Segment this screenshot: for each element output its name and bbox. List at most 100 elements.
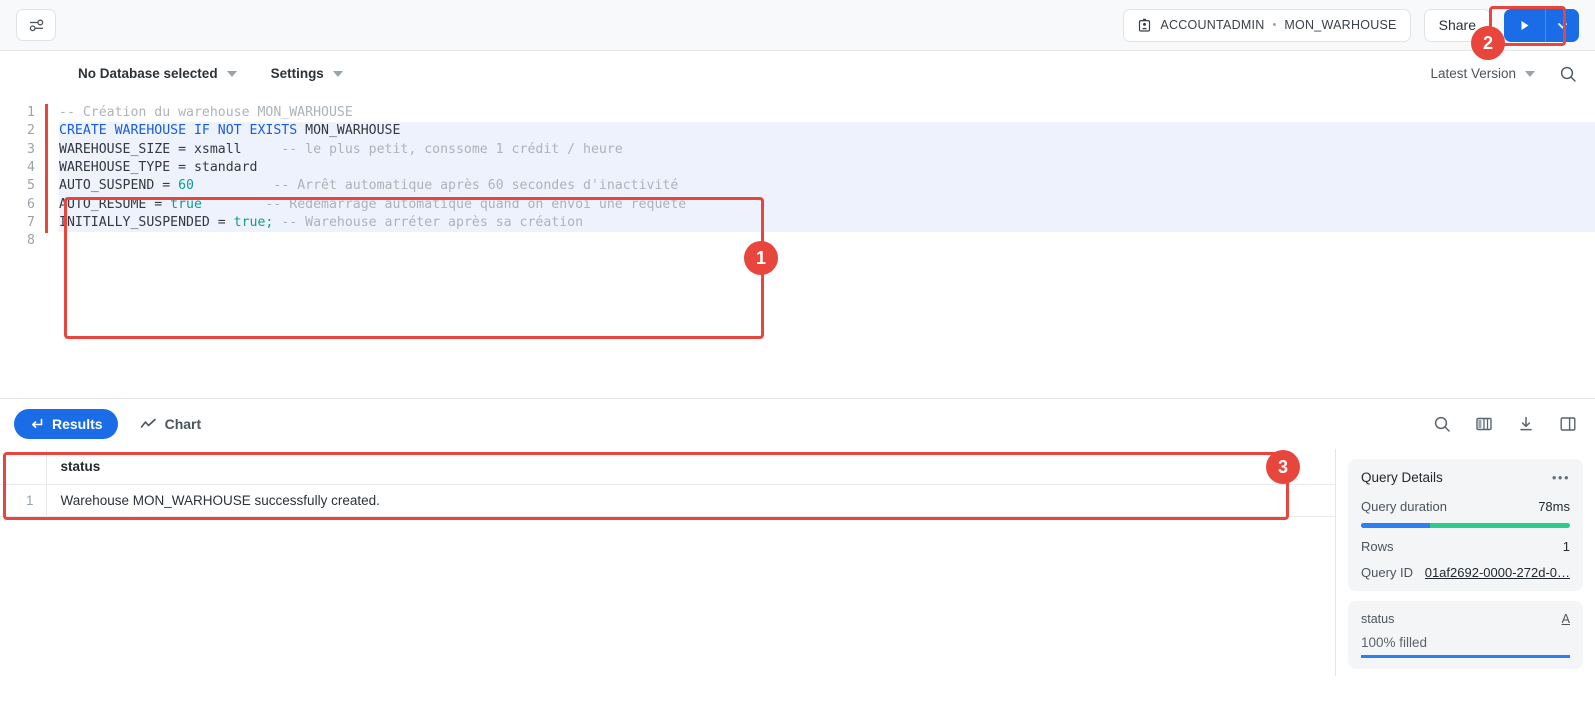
query-duration-label: Query duration bbox=[1361, 499, 1447, 514]
code-line[interactable]: WAREHOUSE_TYPE = standard bbox=[59, 159, 1595, 178]
version-selector[interactable]: Latest Version bbox=[1430, 66, 1535, 81]
editor-toolbar-right: Latest Version bbox=[1430, 65, 1577, 83]
tab-results-label: Results bbox=[52, 416, 103, 432]
query-rows-row: Rows 1 bbox=[1361, 539, 1570, 554]
line-chart-icon bbox=[140, 418, 156, 428]
line-number: 6 bbox=[27, 196, 35, 212]
code-token: -- le plus petit, conssome 1 crédit / he… bbox=[281, 141, 623, 157]
code-token: WAREHOUSE_SIZE = xsmall bbox=[59, 141, 282, 157]
code-token: AUTO_RESUME = bbox=[59, 196, 171, 212]
row-number: 1 bbox=[0, 484, 47, 517]
settings-selector-label: Settings bbox=[270, 66, 324, 81]
column-fill-text: 100% filled bbox=[1361, 635, 1428, 650]
code-line[interactable]: CREATE WAREHOUSE IF NOT EXISTS MON_WARHO… bbox=[59, 122, 1595, 141]
query-duration-value: 78ms bbox=[1538, 499, 1570, 514]
context-selector[interactable]: ACCOUNTADMIN • MON_WARHOUSE bbox=[1123, 8, 1411, 42]
search-icon[interactable] bbox=[1559, 65, 1577, 83]
code-line[interactable]: WAREHOUSE_SIZE = xsmall -- le plus petit… bbox=[59, 140, 1595, 160]
chevron-down-icon bbox=[226, 70, 237, 77]
code-line[interactable]: AUTO_SUSPEND = 60 -- Arrêt automatique a… bbox=[59, 177, 1595, 196]
results-body: status 1 Warehouse MON_WARHOUSE successfu… bbox=[0, 449, 1595, 676]
code-token: 60 bbox=[178, 178, 194, 194]
run-options-button[interactable] bbox=[1546, 9, 1579, 42]
code-token: -- Warehouse arréter après sa création bbox=[281, 215, 584, 231]
line-number: 1 bbox=[27, 105, 35, 120]
code-token: MON_WARHOUSE bbox=[305, 123, 401, 139]
sliders-icon-button[interactable] bbox=[16, 9, 56, 41]
return-arrow-icon bbox=[31, 418, 43, 428]
query-id-value[interactable]: 01af2692-0000-272d-0… bbox=[1425, 565, 1570, 580]
panel-toggle-icon[interactable] bbox=[1559, 415, 1577, 433]
version-selector-label: Latest Version bbox=[1430, 66, 1516, 81]
code-token: -- Arrêt automatique après 60 secondes d… bbox=[273, 178, 679, 194]
code-line[interactable]: INITIALLY_SUSPENDED = true; -- Warehouse… bbox=[59, 214, 1595, 233]
results-table: status 1 Warehouse MON_WARHOUSE successfu… bbox=[0, 449, 1335, 517]
search-icon[interactable] bbox=[1433, 415, 1451, 433]
sql-code-block[interactable]: -- Création du warehouse MON_WARHOUSE CRE… bbox=[45, 104, 1595, 251]
code-token: WAREHOUSE_TYPE = standard bbox=[59, 160, 258, 176]
code-token: -- Redémarrage automatique quand on envo… bbox=[265, 196, 687, 212]
run-query-button[interactable] bbox=[1504, 8, 1546, 42]
results-table-wrapper: status 1 Warehouse MON_WARHOUSE successfu… bbox=[0, 449, 1335, 676]
code-line[interactable] bbox=[59, 232, 1595, 250]
line-number-gutter: 1 2 3 4 5 6 7 8 bbox=[0, 104, 45, 251]
cell-status[interactable]: Warehouse MON_WARHOUSE successfully crea… bbox=[46, 484, 1335, 517]
column-stat-header: status A bbox=[1361, 612, 1570, 626]
results-toolbar-icons bbox=[1433, 415, 1577, 433]
results-tabs: Results Chart bbox=[0, 399, 1595, 449]
text-type-icon: A bbox=[1561, 612, 1570, 626]
query-details-panel: Query Details ••• Query duration 78ms Ro… bbox=[1335, 449, 1595, 676]
run-query-button-group bbox=[1504, 8, 1579, 42]
query-duration-bar-blue bbox=[1361, 523, 1430, 528]
context-separator: • bbox=[1272, 18, 1277, 31]
snowflake-worksheet: ACCOUNTADMIN • MON_WARHOUSE Share No Dat… bbox=[0, 0, 1595, 723]
database-selector[interactable]: No Database selected bbox=[78, 66, 237, 81]
code-line[interactable]: -- Création du warehouse MON_WARHOUSE bbox=[59, 104, 1595, 122]
query-details-card: Query Details ••• Query duration 78ms Ro… bbox=[1348, 459, 1583, 591]
tab-results[interactable]: Results bbox=[14, 409, 118, 439]
badge-id-icon bbox=[1139, 18, 1151, 32]
query-rows-label: Rows bbox=[1361, 539, 1394, 554]
column-fill-bar bbox=[1361, 655, 1570, 658]
chevron-down-icon bbox=[1525, 70, 1535, 77]
annotation-badge-1: 1 bbox=[744, 241, 778, 275]
code-line[interactable]: AUTO_RESUME = true -- Redémarrage automa… bbox=[59, 195, 1595, 215]
chevron-down-icon bbox=[1558, 22, 1567, 28]
warehouse-label: MON_WARHOUSE bbox=[1284, 18, 1397, 32]
code-token: CREATE WAREHOUSE IF NOT EXISTS bbox=[59, 123, 306, 139]
ellipsis-icon[interactable]: ••• bbox=[1552, 470, 1570, 485]
code-token: -- Création du warehouse MON_WARHOUSE bbox=[59, 105, 353, 120]
top-toolbar: ACCOUNTADMIN • MON_WARHOUSE Share bbox=[0, 0, 1595, 51]
role-label: ACCOUNTADMIN bbox=[1160, 18, 1265, 32]
tab-chart-label: Chart bbox=[164, 416, 202, 432]
tab-chart[interactable]: Chart bbox=[128, 409, 214, 439]
rownum-header bbox=[0, 449, 47, 485]
line-number: 5 bbox=[27, 178, 35, 194]
top-toolbar-right: ACCOUNTADMIN • MON_WARHOUSE Share bbox=[1123, 8, 1579, 42]
columns-icon[interactable] bbox=[1475, 415, 1493, 433]
results-section: Results Chart status 1 Warehouse MON_WAR… bbox=[0, 398, 1595, 676]
query-details-header: Query Details ••• bbox=[1361, 470, 1570, 485]
line-number: 4 bbox=[27, 160, 35, 176]
code-area[interactable]: -- Création du warehouse MON_WARHOUSE CRE… bbox=[45, 104, 1595, 251]
sql-editor[interactable]: 1 2 3 4 5 6 7 8 -- Création du warehouse MON_WA… bbox=[0, 96, 1595, 398]
statement-indicator-bar bbox=[45, 104, 48, 233]
query-id-label: Query ID bbox=[1361, 565, 1414, 580]
annotation-badge-3: 3 bbox=[1266, 450, 1300, 484]
table-header-row: status bbox=[0, 449, 1335, 485]
download-icon[interactable] bbox=[1517, 415, 1535, 433]
query-id-row: Query ID 01af2692-0000-272d-0… bbox=[1361, 565, 1570, 580]
column-header-status[interactable]: status bbox=[46, 449, 1335, 485]
column-stat-card: status A 100% filled bbox=[1348, 601, 1583, 669]
sliders-icon bbox=[29, 19, 43, 31]
settings-selector[interactable]: Settings bbox=[271, 66, 343, 81]
results-table-body: 1 Warehouse MON_WARHOUSE successfully cre… bbox=[0, 484, 1335, 517]
query-duration-row: Query duration 78ms bbox=[1361, 499, 1570, 514]
code-token: INITIALLY_SUSPENDED = bbox=[59, 215, 234, 231]
query-details-title: Query Details bbox=[1361, 470, 1443, 485]
table-row[interactable]: 1 Warehouse MON_WARHOUSE successfully cre… bbox=[0, 484, 1335, 517]
database-selector-label: No Database selected bbox=[78, 66, 218, 81]
line-number: 7 bbox=[27, 215, 35, 231]
